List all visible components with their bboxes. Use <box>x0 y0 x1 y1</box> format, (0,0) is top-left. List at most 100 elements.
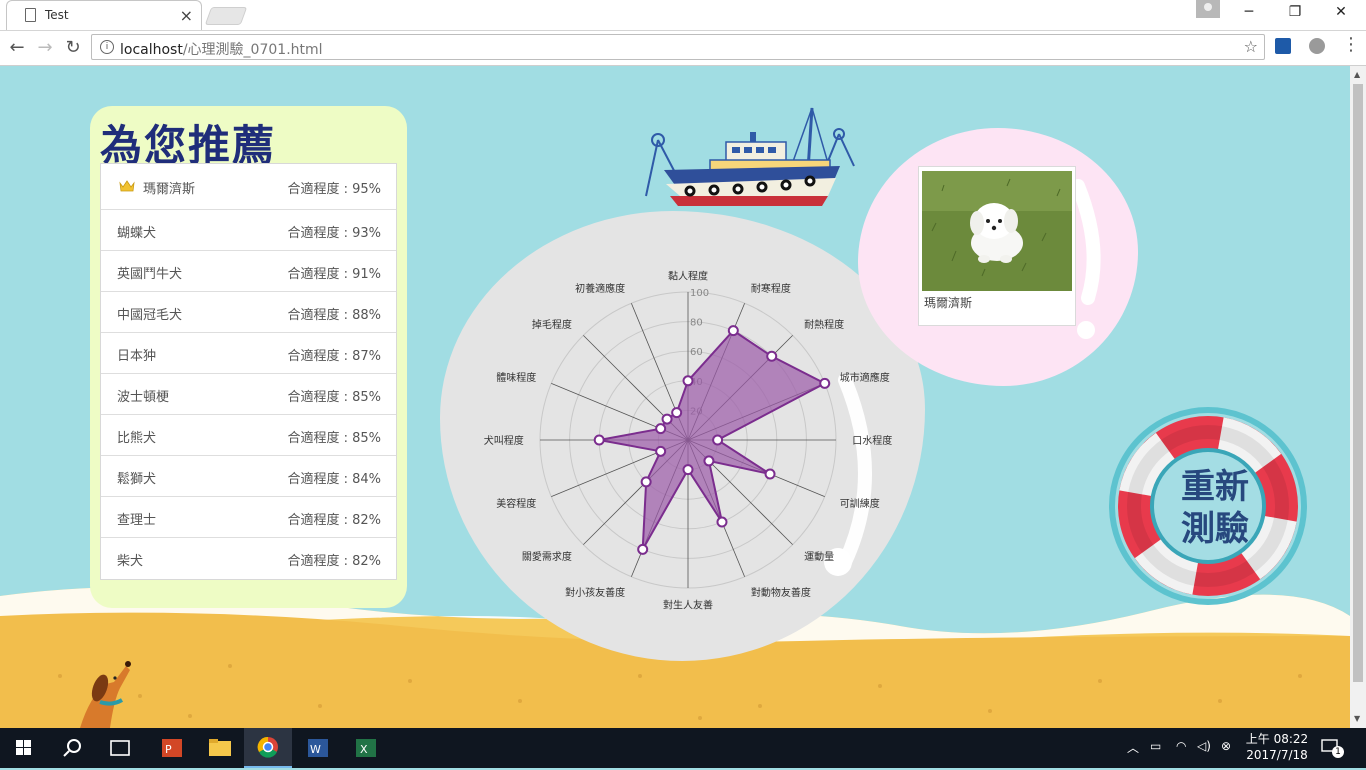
bookmark-star-icon[interactable]: ☆ <box>1244 37 1258 56</box>
windows-start-icon[interactable] <box>0 728 48 768</box>
dog-breed-name: 查理士 <box>117 513 157 528</box>
forward-arrow-icon[interactable]: → <box>34 37 56 59</box>
dog-breed-name: 鬆獅犬 <box>117 472 157 487</box>
tab-close-icon[interactable]: × <box>180 6 193 25</box>
radar-data-point[interactable] <box>764 468 776 480</box>
radar-data-point[interactable] <box>671 407 683 419</box>
radar-data-point[interactable] <box>727 325 739 337</box>
radar-tick-label: 100 <box>690 288 709 299</box>
radar-axis-label: 掉毛程度 <box>532 318 572 331</box>
page-icon <box>25 8 36 22</box>
radar-axis-label: 口水程度 <box>852 434 892 447</box>
radar-axis-label: 對小孩友善度 <box>565 586 625 599</box>
radar-axis-label: 對生人友善 <box>663 598 713 611</box>
dog-illustration <box>80 661 131 728</box>
radar-axis-label: 美容程度 <box>496 497 536 510</box>
radar-tick-label: 60 <box>690 347 703 358</box>
task-view-icon[interactable] <box>96 728 144 768</box>
radar-axis-label: 耐寒程度 <box>751 282 791 295</box>
page-content: 為您推薦 瑪爾濟斯 合適程度 : 95% 蝴蝶犬 合適程度 : 93% 英國鬥牛… <box>0 66 1350 728</box>
info-icon[interactable]: i <box>100 40 114 54</box>
address-bar[interactable]: i localhost/心理測驗_0701.html ☆ <box>91 34 1265 60</box>
match-score: 合適程度 : 91% <box>287 267 381 282</box>
notification-center-icon[interactable]: 1 <box>1320 738 1344 758</box>
powerpoint-icon[interactable]: P <box>148 728 196 768</box>
radar-data-point[interactable] <box>682 464 694 476</box>
close-window-icon[interactable]: ✕ <box>1321 4 1361 26</box>
radar-axis-label: 耐熱程度 <box>804 318 844 331</box>
radar-data-point[interactable] <box>682 375 694 387</box>
chrome-taskbar-button[interactable] <box>244 728 292 768</box>
radar-data-point[interactable] <box>655 445 667 457</box>
ship-illustration <box>645 107 855 206</box>
radar-data-point[interactable] <box>655 423 667 435</box>
clock-date: 2017/7/18 <box>1246 748 1308 762</box>
list-item[interactable]: 波士頓梗 合適程度 : 85% <box>101 374 396 415</box>
search-icon[interactable] <box>48 728 96 768</box>
radar-data-point[interactable] <box>712 434 724 446</box>
extension-icon[interactable] <box>1309 38 1325 54</box>
browser-tab[interactable]: Test × <box>6 0 202 30</box>
list-item[interactable]: 鬆獅犬 合適程度 : 84% <box>101 456 396 497</box>
match-score: 合適程度 : 85% <box>287 390 381 405</box>
profile-icon[interactable] <box>1196 0 1220 18</box>
list-item[interactable]: 瑪爾濟斯 合適程度 : 95% <box>101 164 396 210</box>
radar-data-point[interactable] <box>640 476 652 488</box>
dog-breed-name: 柴犬 <box>117 554 144 569</box>
volume-icon[interactable]: ◁) <box>1197 739 1211 753</box>
back-arrow-icon[interactable]: ← <box>6 37 28 59</box>
radar-data-point[interactable] <box>819 377 831 389</box>
retake-quiz-label[interactable]: 重新 測驗 <box>1160 466 1270 550</box>
match-score: 合適程度 : 88% <box>287 308 381 323</box>
retake-label-line2: 測驗 <box>1181 509 1249 549</box>
reload-icon[interactable]: ↻ <box>62 37 84 59</box>
radar-axis-label: 關愛需求度 <box>522 550 572 563</box>
dog-breed-name: 比熊犬 <box>117 431 157 446</box>
radar-data-point[interactable] <box>661 413 673 425</box>
bubble-highlight <box>838 373 872 569</box>
breed-photo-card[interactable]: 瑪爾濟斯 <box>918 166 1076 326</box>
file-explorer-icon[interactable] <box>196 728 244 768</box>
match-score: 合適程度 : 93% <box>287 226 381 241</box>
list-item[interactable]: 英國鬥牛犬 合適程度 : 91% <box>101 251 396 292</box>
match-score: 合適程度 : 84% <box>287 472 381 487</box>
svg-text:W: W <box>310 743 321 756</box>
page-scrollbar[interactable]: ▲ ▼ <box>1350 66 1366 728</box>
radar-data-point[interactable] <box>716 516 728 528</box>
list-item[interactable]: 中國冠毛犬 合適程度 : 88% <box>101 292 396 333</box>
radar-axis-label: 對動物友善度 <box>751 586 811 599</box>
notification-count-badge: 1 <box>1332 746 1344 758</box>
match-score: 合適程度 : 82% <box>287 554 381 569</box>
dog-breed-name: 英國鬥牛犬 <box>117 267 183 282</box>
list-item[interactable]: 查理士 合適程度 : 82% <box>101 497 396 538</box>
menu-dots-icon[interactable]: ⋮ <box>1342 34 1360 55</box>
scrollbar-thumb[interactable] <box>1353 84 1363 682</box>
minimize-icon[interactable]: ─ <box>1229 4 1269 26</box>
url-path: /心理測驗_0701.html <box>182 42 323 58</box>
wifi-icon[interactable]: ◠ <box>1176 739 1186 753</box>
scroll-down-icon[interactable]: ▼ <box>1354 714 1360 723</box>
word-icon[interactable]: W <box>294 728 342 768</box>
chrome-icon <box>257 736 278 758</box>
radar-data-point[interactable] <box>703 455 715 467</box>
battery-icon[interactable]: ▭ <box>1150 739 1161 753</box>
list-item[interactable]: 日本狆 合適程度 : 87% <box>101 333 396 374</box>
crown-icon <box>119 180 135 192</box>
restore-icon[interactable]: ❐ <box>1275 4 1315 26</box>
list-item[interactable]: 柴犬 合適程度 : 82% <box>101 538 396 579</box>
radar-data-point[interactable] <box>637 543 649 555</box>
radar-data-point[interactable] <box>593 434 605 446</box>
radar-data-point[interactable] <box>766 350 778 362</box>
show-hidden-icons-icon[interactable]: ︿ <box>1127 739 1139 756</box>
extension-icon[interactable] <box>1275 38 1291 54</box>
input-method-icon[interactable]: ⊗ <box>1221 739 1231 753</box>
browser-toolbar: ← → ↻ i localhost/心理測驗_0701.html ☆ ⋮ <box>0 31 1366 66</box>
radar-chart: 20406080100 黏人程度耐寒程度耐熱程度城市適應度口水程度可訓練度運動量… <box>484 270 893 612</box>
system-clock[interactable]: 上午 08:22 2017/7/18 <box>1240 731 1314 763</box>
scroll-up-icon[interactable]: ▲ <box>1354 70 1360 79</box>
url-text: localhost/心理測驗_0701.html <box>120 39 323 59</box>
list-item[interactable]: 蝴蝶犬 合適程度 : 93% <box>101 210 396 251</box>
list-item[interactable]: 比熊犬 合適程度 : 85% <box>101 415 396 456</box>
new-tab-button[interactable] <box>204 7 248 25</box>
excel-icon[interactable]: X <box>342 728 390 768</box>
